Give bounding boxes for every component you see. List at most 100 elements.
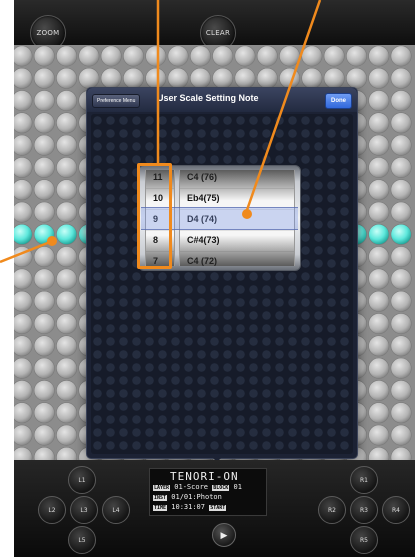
picker-note-row[interactable]: C4 (76) [180,170,294,189]
led-button[interactable] [368,246,390,268]
led-button[interactable] [78,45,100,67]
led-button[interactable] [323,67,345,89]
play-button[interactable]: ▶ [212,523,236,547]
led-button[interactable] [145,67,167,89]
led-button[interactable] [390,157,412,179]
led-button[interactable] [14,357,33,379]
led-button[interactable] [14,201,33,223]
led-button[interactable] [56,90,78,112]
led-button[interactable] [390,268,412,290]
led-button[interactable] [33,112,55,134]
led-button[interactable] [368,313,390,335]
picker-note-column[interactable]: C4 (76) Eb4(75) D4 (74) C#4(73) C4 (72) [179,170,295,266]
led-button[interactable] [56,335,78,357]
led-button[interactable] [390,357,412,379]
led-button[interactable] [256,67,278,89]
led-button[interactable] [56,290,78,312]
led-button[interactable] [56,67,78,89]
led-button[interactable] [33,90,55,112]
led-button[interactable] [145,45,167,67]
led-button[interactable] [14,179,33,201]
led-button[interactable] [368,201,390,223]
l4-button[interactable]: L4 [102,496,130,524]
led-button[interactable] [301,67,323,89]
led-button[interactable] [56,402,78,424]
done-button[interactable]: Done [325,93,352,109]
picker-note-row[interactable]: Eb4(75) [180,188,294,210]
led-button[interactable] [390,179,412,201]
led-button[interactable] [390,45,412,67]
led-button[interactable] [189,45,211,67]
led-button[interactable] [368,290,390,312]
led-button[interactable] [368,179,390,201]
led-button[interactable] [368,134,390,156]
led-button[interactable] [56,201,78,223]
led-button[interactable] [33,268,55,290]
led-button[interactable] [368,335,390,357]
r1-button[interactable]: R1 [350,466,378,494]
led-button[interactable] [14,67,33,89]
led-button[interactable] [390,335,412,357]
led-button[interactable] [33,357,55,379]
led-button[interactable] [368,379,390,401]
led-button[interactable] [368,90,390,112]
led-button[interactable] [123,67,145,89]
led-button[interactable] [56,246,78,268]
led-button[interactable] [234,45,256,67]
led-button[interactable] [56,45,78,67]
led-button[interactable] [56,112,78,134]
l1-button[interactable]: L1 [68,466,96,494]
led-button[interactable] [33,335,55,357]
led-button-lit[interactable] [14,223,33,245]
led-button[interactable] [368,446,390,460]
led-button[interactable] [212,67,234,89]
led-button[interactable] [33,402,55,424]
led-button[interactable] [390,90,412,112]
led-button[interactable] [56,134,78,156]
led-button[interactable] [33,379,55,401]
led-button[interactable] [14,246,33,268]
led-button[interactable] [56,179,78,201]
led-button[interactable] [256,45,278,67]
led-button[interactable] [345,45,367,67]
led-button[interactable] [56,157,78,179]
led-button[interactable] [14,313,33,335]
led-button[interactable] [78,67,100,89]
led-button[interactable] [390,246,412,268]
led-button[interactable] [56,379,78,401]
led-button[interactable] [33,134,55,156]
led-button[interactable] [323,45,345,67]
led-button[interactable] [368,268,390,290]
r3-button[interactable]: R3 [350,496,378,524]
led-button[interactable] [390,424,412,446]
l5-button[interactable]: L5 [68,526,96,554]
led-button[interactable] [33,446,55,460]
led-button[interactable] [279,67,301,89]
picker-note-row[interactable]: C4 (72) [180,251,294,266]
led-button[interactable] [368,357,390,379]
led-button[interactable] [14,380,33,401]
led-button[interactable] [368,45,390,67]
preference-menu-button[interactable]: Preference Menu [92,94,141,108]
led-button[interactable] [14,290,33,312]
led-button-lit[interactable] [390,223,412,245]
led-button[interactable] [100,67,122,89]
led-button[interactable] [390,290,412,312]
led-button[interactable] [14,90,33,112]
led-button[interactable] [33,67,55,89]
l3-button[interactable]: L3 [70,496,98,524]
r2-button[interactable]: R2 [318,496,346,524]
led-button[interactable] [14,112,33,134]
led-button[interactable] [14,446,33,460]
led-button[interactable] [279,45,301,67]
led-button[interactable] [390,402,412,424]
led-button[interactable] [390,201,412,223]
led-button[interactable] [212,45,234,67]
led-button[interactable] [368,402,390,424]
led-button[interactable] [301,45,323,67]
led-button[interactable] [14,45,33,67]
led-button[interactable] [368,157,390,179]
led-button[interactable] [390,313,412,335]
led-button[interactable] [56,268,78,290]
led-button[interactable] [14,134,33,156]
